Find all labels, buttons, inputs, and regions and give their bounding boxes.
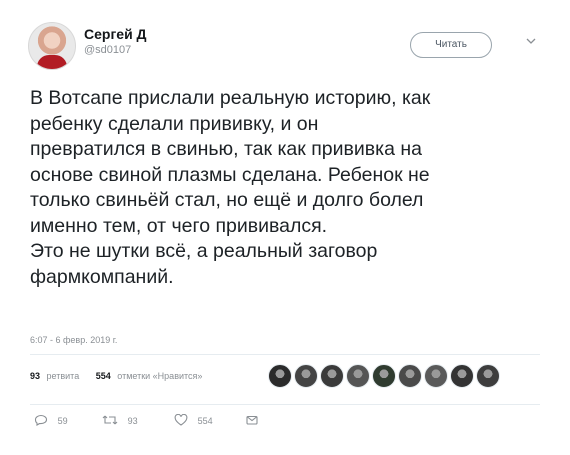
tweet-timestamp[interactable]: 6:07 - 6 февр. 2019 г. — [30, 335, 117, 345]
like-count: 554 — [197, 416, 213, 426]
heart-icon — [174, 413, 192, 429]
retweets-count[interactable]: 93 — [30, 371, 40, 381]
liker-avatar[interactable] — [372, 364, 396, 388]
divider — [30, 354, 540, 355]
reply-icon — [34, 414, 52, 429]
tweet-line: именно тем, от чего прививался. — [30, 214, 328, 237]
likes-label[interactable]: отметки «Нравится» — [117, 371, 202, 381]
author-avatar[interactable] — [28, 22, 76, 70]
tweet-stats: 93 ретвита 554 отметки «Нравится» — [30, 371, 206, 381]
liker-avatar[interactable] — [268, 364, 292, 388]
reply-button[interactable]: 59 — [34, 414, 68, 429]
retweet-icon — [102, 414, 122, 429]
avatar-shirt — [37, 55, 67, 69]
follow-button[interactable]: Читать — [410, 32, 492, 58]
retweet-button[interactable]: 93 — [102, 414, 138, 429]
divider — [30, 404, 540, 405]
tweet-line: Это не шутки всё, а реальный заговор — [30, 240, 378, 262]
chevron-down-icon[interactable] — [526, 36, 536, 48]
author-info[interactable]: Сергей Д @sd0107 — [84, 26, 147, 56]
like-button[interactable]: 554 — [174, 413, 213, 429]
tweet-text: В Вотсапе прислали реальную историю, как… — [30, 86, 550, 290]
tweet-line: основе свиной плазмы сделана. Ребенок не — [30, 163, 430, 186]
retweet-count: 93 — [127, 416, 138, 426]
share-button[interactable] — [246, 414, 264, 429]
liker-avatar[interactable] — [398, 364, 422, 388]
liker-avatar[interactable] — [450, 364, 474, 388]
liker-avatar[interactable] — [320, 364, 344, 388]
tweet-line: только свиньёй стал, но ещё и долго боле… — [30, 189, 424, 211]
tweet-line: фармкомпаний. — [30, 265, 174, 288]
reply-count: 59 — [57, 416, 68, 426]
share-icon — [246, 414, 258, 429]
tweet-header: Сергей Д @sd0107 Читать — [28, 22, 548, 72]
liker-avatar[interactable] — [424, 364, 448, 388]
retweets-label[interactable]: ретвита — [47, 371, 80, 381]
tweet-line: ребенку сделали прививку, и он — [30, 112, 319, 135]
liker-avatars — [268, 364, 508, 392]
tweet-line: превратился в свинью, так как прививка н… — [30, 138, 422, 160]
tweet-line: В Вотсапе прислали реальную историю, как — [30, 87, 431, 109]
liker-avatar[interactable] — [346, 364, 370, 388]
liker-avatar[interactable] — [476, 364, 500, 388]
liker-avatar[interactable] — [294, 364, 318, 388]
author-name[interactable]: Сергей Д — [84, 26, 147, 42]
author-handle[interactable]: @sd0107 — [84, 44, 147, 56]
likes-count[interactable]: 554 — [96, 371, 111, 381]
